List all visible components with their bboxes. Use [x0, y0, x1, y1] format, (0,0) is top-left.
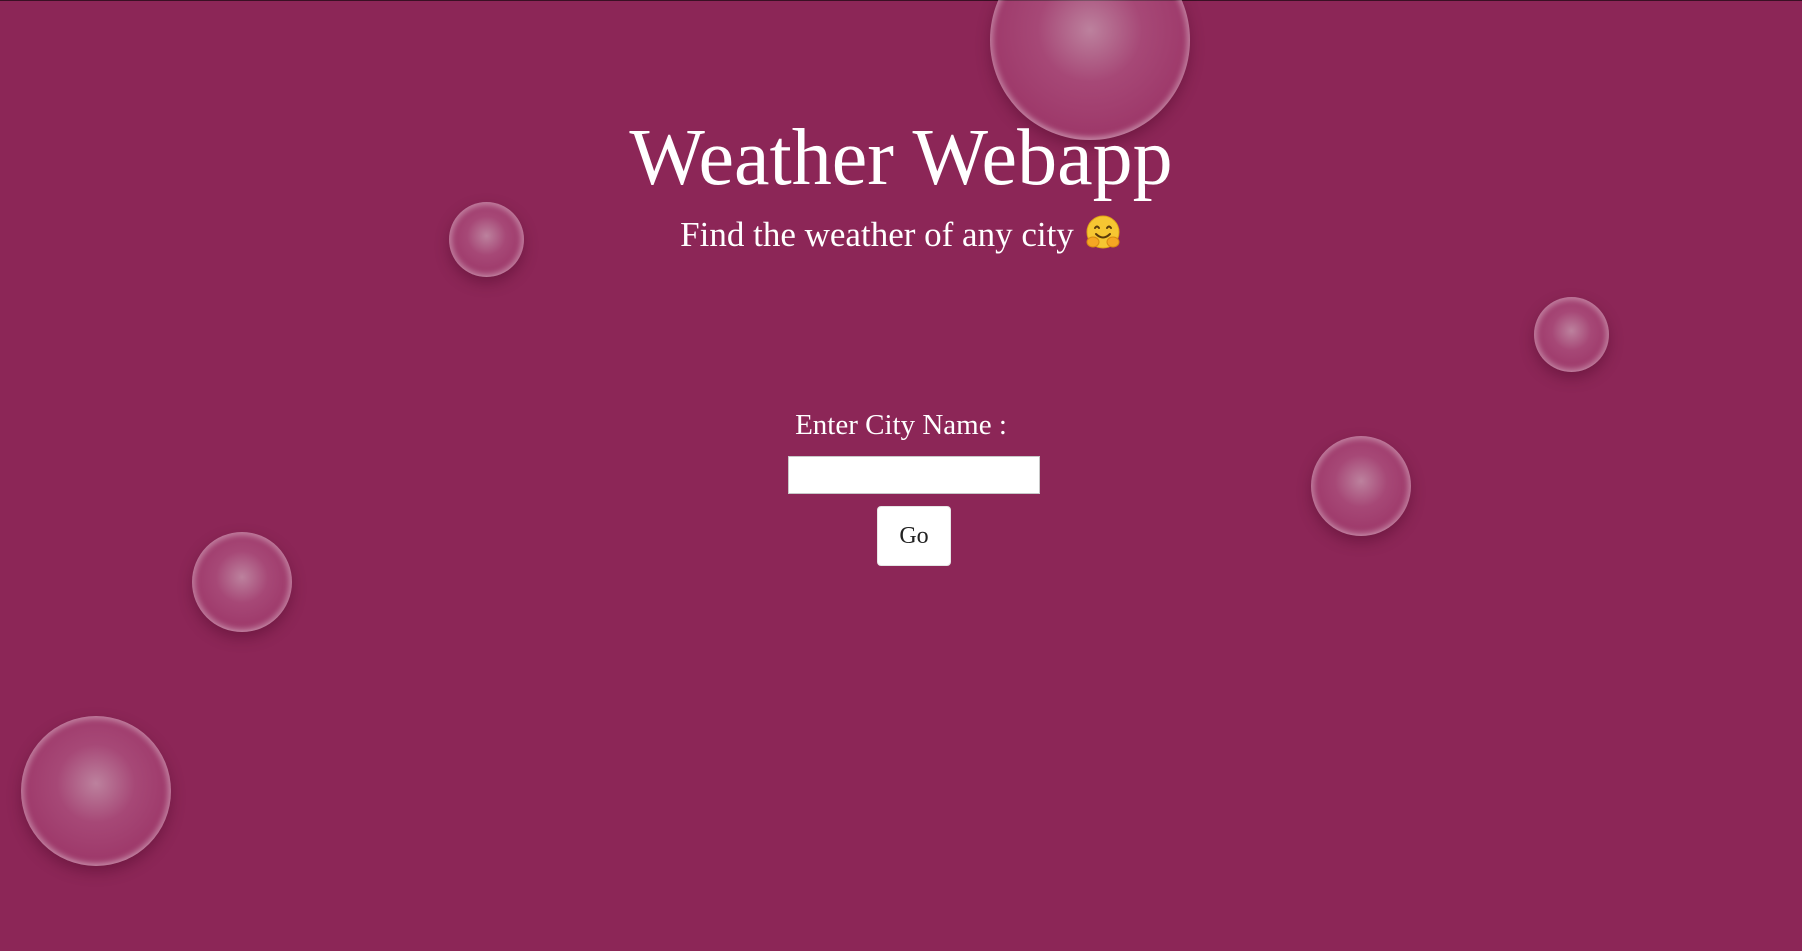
city-name-label: Enter City Name : [795, 409, 1007, 441]
decorative-bubble [1311, 436, 1411, 536]
decorative-bubble [192, 532, 292, 632]
page-subtitle: Find the weather of any city [0, 213, 1802, 257]
subtitle-text: Find the weather of any city [680, 215, 1074, 254]
page-title: Weather Webapp [629, 114, 1173, 202]
hugging-face-emoji-icon [1084, 214, 1122, 252]
decorative-bubble [21, 716, 171, 866]
go-button[interactable]: Go [877, 506, 951, 566]
window-top-border [0, 0, 1802, 1]
decorative-bubble [1534, 297, 1609, 372]
city-name-input[interactable] [788, 456, 1040, 494]
